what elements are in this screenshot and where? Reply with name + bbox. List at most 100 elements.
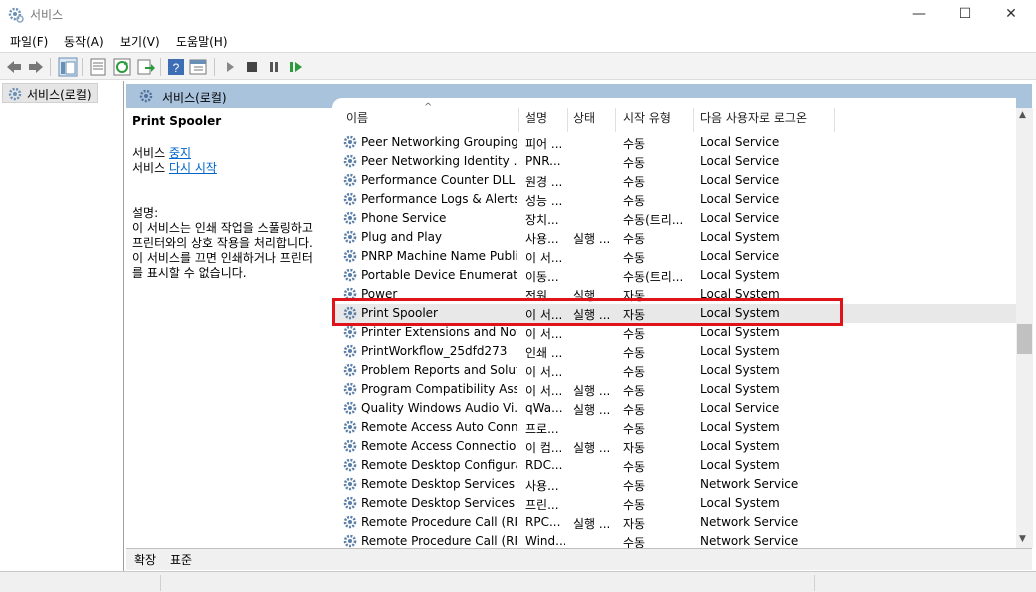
service-name: Problem Reports and Solut... bbox=[361, 363, 517, 377]
service-logon-as: Local System bbox=[700, 325, 780, 339]
menu-bar: 파일(F) 동작(A) 보기(V) 도움말(H) bbox=[0, 30, 1036, 52]
service-startup-type: 수동 bbox=[623, 156, 646, 170]
service-row[interactable]: Remote Desktop Services 사용... 수동 Network Se… bbox=[332, 475, 1016, 494]
service-startup-type: 수동 bbox=[623, 346, 646, 360]
sort-ascending-icon: ^ bbox=[424, 102, 433, 113]
service-name: PrintWorkflow_25dfd273 bbox=[361, 344, 508, 358]
service-row[interactable]: Peer Networking Grouping 피어 ... 수동 Local Se… bbox=[332, 133, 1016, 152]
service-row[interactable]: Remote Procedure Call (RP... RPC... 실행 ...… bbox=[332, 513, 1016, 532]
service-row[interactable]: Portable Device Enumerato... 이동... 수동(트리..… bbox=[332, 266, 1016, 285]
service-row[interactable]: Remote Access Auto Conn... 프로... 수동 Local S… bbox=[332, 418, 1016, 437]
menu-file[interactable]: 파일(F) bbox=[10, 33, 48, 50]
service-logon-as: Local System bbox=[700, 344, 780, 358]
service-row[interactable]: Program Compatibility Assi... 이 서... 실행 ..… bbox=[332, 380, 1016, 399]
service-description: 장치... bbox=[525, 213, 559, 227]
service-name: Remote Procedure Call (RP... bbox=[361, 534, 517, 548]
tree-item-services-local[interactable]: 서비스(로컬) bbox=[2, 83, 98, 103]
service-description: 인쇄 ... bbox=[525, 346, 563, 360]
back-icon[interactable] bbox=[4, 57, 24, 77]
column-header-status[interactable]: 상태 bbox=[573, 109, 595, 131]
view-icon[interactable] bbox=[188, 57, 208, 77]
scroll-down-icon[interactable]: ▼ bbox=[1019, 534, 1026, 544]
service-gear-icon bbox=[343, 154, 357, 168]
service-row[interactable]: PrintWorkflow_25dfd273 인쇄 ... 수동 Local Syst… bbox=[332, 342, 1016, 361]
service-startup-type: 수동 bbox=[623, 251, 646, 265]
service-startup-type: 수동 bbox=[623, 460, 646, 474]
tab-extended[interactable]: 확장 bbox=[134, 551, 156, 568]
service-gear-icon bbox=[343, 211, 357, 225]
export-icon[interactable] bbox=[136, 57, 156, 77]
play-icon[interactable] bbox=[220, 57, 240, 77]
service-row[interactable]: Remote Procedure Call (RP... Wind... 수동 Net… bbox=[332, 532, 1016, 548]
service-name: Remote Procedure Call (RP... bbox=[361, 515, 517, 529]
service-startup-type: 수동 bbox=[623, 498, 646, 512]
pause-icon[interactable] bbox=[264, 57, 284, 77]
stop-service-link[interactable]: 중지 bbox=[169, 146, 191, 160]
service-gear-icon bbox=[343, 439, 357, 453]
service-logon-as: Local Service bbox=[700, 401, 780, 415]
tab-standard[interactable]: 표준 bbox=[170, 551, 192, 568]
column-header-name[interactable]: 이름 bbox=[346, 109, 368, 131]
service-status: 실행 ... bbox=[573, 232, 611, 246]
forward-icon[interactable] bbox=[26, 57, 46, 77]
service-name: Peer Networking Grouping bbox=[361, 135, 517, 149]
refresh-icon[interactable] bbox=[112, 57, 132, 77]
service-row[interactable]: Phone Service 장치... 수동(트리... Local Service bbox=[332, 209, 1016, 228]
menu-help[interactable]: 도움말(H) bbox=[176, 33, 228, 50]
service-row[interactable]: Plug and Play 사용... 실행 ... 수동 Local System bbox=[332, 228, 1016, 247]
service-gear-icon bbox=[343, 515, 357, 529]
service-description: RPC... bbox=[525, 515, 561, 529]
service-row[interactable]: Quality Windows Audio Vi... qWa... 실행 ... 수… bbox=[332, 399, 1016, 418]
scroll-up-icon[interactable]: ▲ bbox=[1019, 110, 1026, 120]
service-row[interactable]: Problem Reports and Solut... 이 서... 수동 Loca… bbox=[332, 361, 1016, 380]
service-description: 이 서... bbox=[525, 327, 563, 341]
menu-action[interactable]: 동작(A) bbox=[64, 33, 104, 50]
service-name: Plug and Play bbox=[361, 230, 443, 244]
service-startup-type: 수동 bbox=[623, 232, 646, 246]
column-divider[interactable] bbox=[518, 108, 519, 132]
stop-icon[interactable] bbox=[242, 57, 262, 77]
close-button[interactable]: ✕ bbox=[988, 0, 1034, 30]
properties-icon[interactable] bbox=[88, 57, 108, 77]
service-gear-icon bbox=[343, 534, 357, 548]
description-text: 프린터와의 상호 작용을 처리합니다. bbox=[132, 236, 313, 250]
column-divider[interactable] bbox=[615, 108, 616, 132]
service-name: Remote Desktop Services bbox=[361, 477, 516, 491]
restart-service-link[interactable]: 다시 시작 bbox=[169, 161, 217, 175]
service-gear-icon bbox=[343, 325, 357, 339]
column-header-logon-as[interactable]: 다음 사용자로 로그온 bbox=[700, 109, 807, 131]
column-divider[interactable] bbox=[693, 108, 694, 132]
service-row[interactable]: Performance Logs & Alerts 성능 ... 수동 Local S… bbox=[332, 190, 1016, 209]
service-logon-as: Local System bbox=[700, 420, 780, 434]
window-title: 서비스 bbox=[30, 8, 64, 22]
service-logon-as: Local System bbox=[700, 496, 780, 510]
service-row[interactable]: PNRP Machine Name Publi... 이 서... 수동 Local … bbox=[332, 247, 1016, 266]
restart-icon[interactable] bbox=[286, 57, 306, 77]
help-icon[interactable]: ? bbox=[166, 57, 186, 77]
column-header-description[interactable]: 설명 bbox=[525, 109, 547, 131]
menu-view[interactable]: 보기(V) bbox=[120, 33, 160, 50]
service-name: Printer Extensions and Noti... bbox=[361, 325, 517, 339]
service-row[interactable]: Peer Networking Identity ... PNR... 수동 Loca… bbox=[332, 152, 1016, 171]
vertical-scrollbar[interactable]: ▲ ▼ bbox=[1016, 108, 1033, 548]
service-startup-type: 수동 bbox=[623, 384, 646, 398]
title-bar: 서비스 — ☐ ✕ bbox=[0, 0, 1036, 30]
toolbar-separator bbox=[160, 58, 161, 76]
service-row[interactable]: Performance Counter DLL ... 원경 ... 수동 Local… bbox=[332, 171, 1016, 190]
column-header-startup-type[interactable]: 시작 유형 bbox=[623, 109, 671, 131]
show-tree-icon[interactable] bbox=[58, 57, 78, 77]
toolbar-separator bbox=[82, 58, 83, 76]
service-name: Remote Access Auto Conn... bbox=[361, 420, 517, 434]
service-gear-icon bbox=[343, 192, 357, 206]
service-startup-type: 수동 bbox=[623, 403, 646, 417]
minimize-button[interactable]: — bbox=[896, 0, 942, 30]
service-logon-as: Local System bbox=[700, 268, 780, 282]
maximize-button[interactable]: ☐ bbox=[942, 0, 988, 30]
service-row[interactable]: Remote Desktop Services ... 프린... 수동 Local … bbox=[332, 494, 1016, 513]
column-divider[interactable] bbox=[567, 108, 568, 132]
column-divider[interactable] bbox=[834, 108, 835, 132]
scrollbar-thumb[interactable] bbox=[1017, 324, 1032, 354]
service-row[interactable]: Remote Desktop Configura... RDC... 수동 Local… bbox=[332, 456, 1016, 475]
service-status: 실행 ... bbox=[573, 384, 611, 398]
service-row[interactable]: Remote Access Connection... 이 컴... 실행 ... 자… bbox=[332, 437, 1016, 456]
